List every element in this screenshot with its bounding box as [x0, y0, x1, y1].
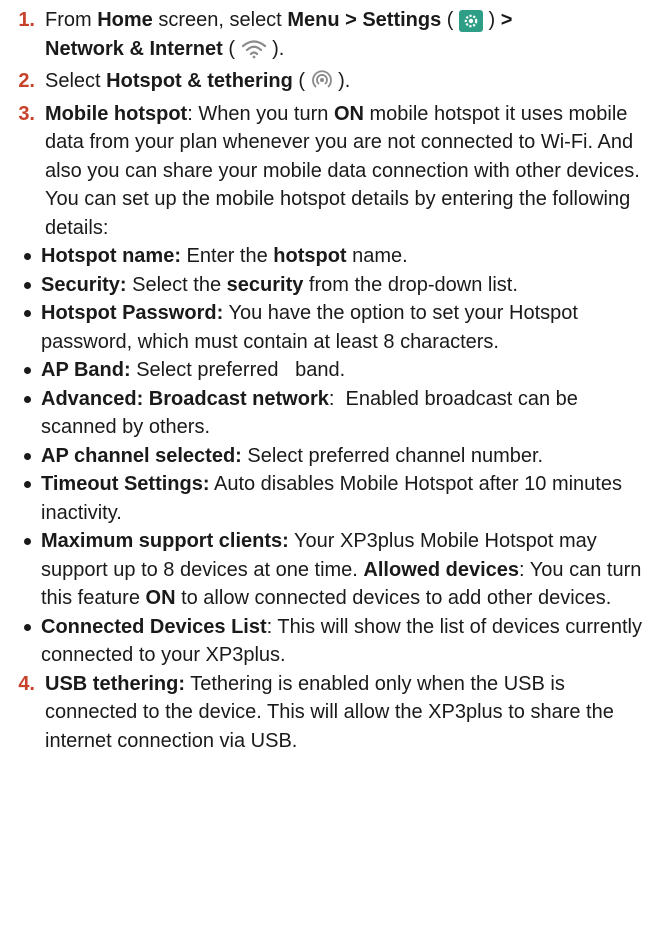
item-label: Hotspot name: [41, 245, 181, 267]
item-text: Select the [126, 273, 227, 296]
arrow-label: > [500, 9, 513, 31]
network-internet-label: Network & Internet [45, 37, 223, 60]
step-text: Select [45, 70, 107, 92]
step-text: : When you turn [187, 102, 334, 125]
item-text: name. [346, 245, 408, 267]
list-item-advanced: Advanced: Broadcast network: Enabled bro… [23, 385, 656, 442]
item-text: Enter the [181, 245, 274, 267]
item-label: Advanced: Broadcast network [41, 387, 329, 410]
step-number: 4. [18, 672, 35, 695]
list-item-timeout: Timeout Settings: Auto disables Mobile H… [23, 470, 656, 527]
step-text: ( [222, 37, 241, 60]
item-text: Select preferred band. [130, 359, 346, 381]
item-emphasis: hotspot [273, 245, 347, 267]
step-text: From [45, 9, 98, 31]
instructions-document: 1. From Home screen, select Menu > Setti… [0, 0, 666, 755]
settings-gear-icon [459, 10, 483, 32]
hotspot-details-list: Hotspot name: Enter the hotspot name. Se… [23, 242, 656, 670]
step-text: ). [332, 70, 351, 92]
wifi-icon [241, 39, 267, 68]
step-number: 2. [18, 70, 35, 92]
item-text: Select preferred channel number. [241, 444, 544, 467]
step-text: ) [483, 9, 501, 31]
on-label: ON [333, 102, 364, 125]
step-1: 1. From Home screen, select Menu > Setti… [10, 6, 656, 67]
item-label: Allowed devices [363, 558, 520, 581]
list-item-ap-band: AP Band: Select preferred band. [23, 356, 656, 385]
step-text: ). [266, 37, 285, 60]
item-label: Security: [41, 273, 127, 296]
step-2: 2. Select Hotspot & tethering ( ). [10, 67, 656, 100]
list-item-connected-devices: Connected Devices List: This will show t… [23, 613, 656, 670]
menu-settings-label: Menu > Settings [287, 9, 442, 31]
item-label: Timeout Settings: [41, 473, 210, 495]
step-number: 1. [18, 9, 35, 31]
hotspot-icon [311, 69, 333, 100]
step-text: ( [441, 9, 459, 31]
item-emphasis: ON [145, 587, 176, 609]
step-number: 3. [18, 102, 35, 125]
step-text: screen, select [152, 9, 288, 31]
mobile-hotspot-label: Mobile hotspot [45, 102, 188, 125]
hotspot-tethering-label: Hotspot & tethering [106, 70, 293, 92]
item-label: AP Band: [41, 359, 131, 381]
item-label: Connected Devices List [41, 615, 267, 638]
usb-tethering-label: USB tethering: [45, 672, 185, 695]
list-item-hotspot-name: Hotspot name: Enter the hotspot name. [23, 242, 656, 271]
item-text: to allow connected devices to add other … [175, 587, 612, 609]
step-3: 3. Mobile hotspot: When you turn ON mobi… [10, 100, 656, 243]
list-item-hotspot-password: Hotspot Password: You have the option to… [23, 299, 656, 356]
step-4: 4. USB tethering: Tethering is enabled o… [10, 670, 656, 756]
list-item-security: Security: Select the security from the d… [23, 271, 656, 300]
item-label: Maximum support clients: [41, 530, 289, 552]
item-emphasis: security [226, 273, 304, 296]
list-item-ap-channel: AP channel selected: Select preferred ch… [23, 442, 656, 471]
step-text: ( [292, 70, 311, 92]
item-text: from the drop-down list. [303, 273, 518, 296]
item-label: AP channel selected: [41, 444, 242, 467]
home-label: Home [97, 9, 153, 31]
item-label: Hotspot Password: [41, 302, 224, 324]
list-item-max-clients: Maximum support clients: Your XP3plus Mo… [23, 527, 656, 613]
